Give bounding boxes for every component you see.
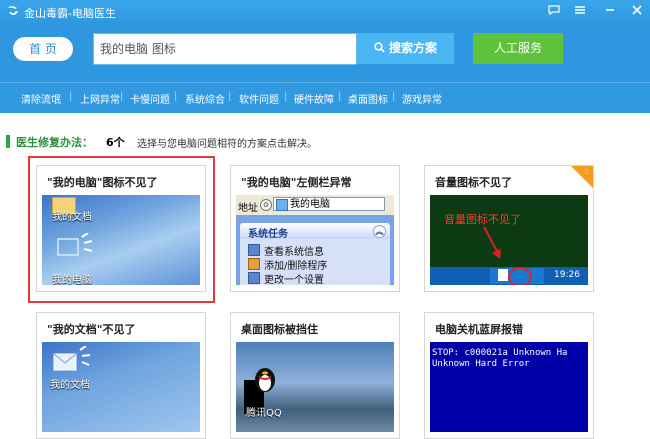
info-icon	[248, 244, 260, 256]
category-item[interactable]: 硬件故障	[294, 91, 334, 106]
search-icon	[374, 42, 385, 53]
fix-label: 医生修复办法：	[16, 136, 93, 149]
go-icon: ⊙	[260, 199, 272, 211]
category-item[interactable]: 卡慢问题	[130, 91, 170, 106]
tray-icon	[498, 269, 508, 281]
task-list: 查看系统信息 添加/删除程序 更改一个设置	[240, 239, 390, 285]
computer-icon	[276, 199, 288, 211]
card-thumbnail: 地址 ⊙ 我的电脑 系统任务 ︽ 查看系统信息 添加/删除程序 更改一个设置	[236, 195, 394, 285]
card-thumbnail: STOP: c000021a Unknown Ha Unknown Hard E…	[430, 342, 588, 432]
window-title: 金山毒霸-电脑医生	[24, 7, 116, 20]
category-item[interactable]: 游戏异常	[402, 91, 442, 106]
feedback-icon[interactable]	[545, 3, 563, 21]
solution-card[interactable]: 音量图标不见了 ☆ 音量图标不见了 19:26	[424, 165, 594, 292]
arrow-icon	[483, 226, 501, 259]
card-title: 电脑关机蓝屏报错	[435, 323, 523, 336]
address-label: 地址	[238, 203, 258, 214]
divider: |	[338, 91, 342, 102]
thumb-label: 我的文档	[50, 380, 90, 391]
address-value: 我的电脑	[290, 199, 330, 210]
chevron-up-icon: ︽	[373, 225, 386, 238]
programs-icon	[248, 258, 260, 270]
clock: 19:26	[554, 270, 580, 280]
divider: |	[392, 91, 396, 102]
solution-card[interactable]: 桌面图标被挡住 腾讯QQ	[230, 312, 400, 439]
card-thumbnail: 我的文档	[42, 342, 200, 432]
category-item[interactable]: 软件问题	[239, 91, 279, 106]
category-item[interactable]: 系统综合	[185, 91, 225, 106]
solution-card[interactable]: "我的文档"不见了 我的文档	[36, 312, 206, 439]
divider: |	[69, 91, 73, 102]
divider: |	[228, 91, 232, 102]
address-field: 我的电脑	[273, 197, 385, 211]
search-button-label: 搜索方案	[388, 41, 437, 55]
home-button[interactable]: 首 页	[13, 37, 73, 61]
section-marker	[6, 135, 10, 148]
selection-highlight	[28, 156, 215, 303]
service-button-label: 人工服务	[493, 41, 542, 55]
qq-penguin-icon	[255, 368, 275, 392]
minimize-icon[interactable]	[601, 3, 619, 21]
thumb-label: 腾讯QQ	[246, 408, 282, 419]
divider: |	[284, 91, 288, 102]
address-bar: 地址 ⊙ 我的电脑	[236, 195, 394, 216]
taskbar: 19:26	[430, 267, 588, 285]
task-panel-header: 系统任务 ︽	[240, 223, 390, 240]
control-panel-icon	[248, 272, 260, 284]
card-thumbnail: 音量图标不见了 19:26	[430, 195, 588, 285]
category-item[interactable]: 桌面图标	[348, 91, 388, 106]
human-service-button[interactable]: 人工服务	[473, 33, 563, 64]
category-bar: 清除流氓 | 上网异常 | 卡慢问题 | 系统综合 | 软件问题 | 硬件故障 …	[0, 82, 650, 113]
bsod-text: STOP: c000021a Unknown Ha Unknown Hard E…	[432, 348, 568, 369]
solution-card[interactable]: 电脑关机蓝屏报错 STOP: c000021a Unknown Ha Unkno…	[424, 312, 594, 439]
mail-icon	[53, 346, 91, 371]
card-thumbnail: 腾讯QQ	[236, 342, 394, 432]
title-bar: 金山毒霸-电脑医生	[0, 0, 650, 26]
divider: |	[120, 91, 124, 102]
card-title: 桌面图标被挡住	[241, 323, 318, 336]
app-logo-icon	[5, 4, 21, 20]
card-title: "我的电脑"左侧栏异常	[241, 176, 352, 189]
search-box[interactable]	[93, 33, 357, 65]
hot-badge-icon: ☆	[582, 167, 590, 176]
settings-icon[interactable]	[571, 3, 589, 21]
category-item[interactable]: 清除流氓	[21, 91, 61, 106]
close-icon[interactable]	[628, 3, 646, 21]
search-input[interactable]	[100, 41, 350, 55]
task-panel-title: 系统任务	[248, 229, 288, 240]
fix-count: 6个	[106, 136, 125, 149]
search-button[interactable]: 搜索方案	[357, 33, 454, 64]
category-item[interactable]: 上网异常	[80, 91, 120, 106]
task-panel: 系统任务 ︽ 查看系统信息 添加/删除程序 更改一个设置	[236, 215, 394, 285]
home-label: 首 页	[29, 42, 57, 56]
fix-description: 选择与您电脑问题相符的方案点击解决。	[137, 139, 317, 150]
card-title: "我的文档"不见了	[47, 323, 136, 336]
divider: |	[174, 91, 178, 102]
card-title: 音量图标不见了	[435, 176, 512, 189]
solution-card[interactable]: "我的电脑"左侧栏异常 地址 ⊙ 我的电脑 系统任务 ︽ 查看系统信息 添加/删…	[230, 165, 400, 292]
task-item: 添加/删除程序	[264, 261, 328, 272]
task-item: 查看系统信息	[264, 247, 324, 258]
volume-highlight	[508, 267, 532, 285]
task-item: 更改一个设置	[264, 275, 324, 285]
